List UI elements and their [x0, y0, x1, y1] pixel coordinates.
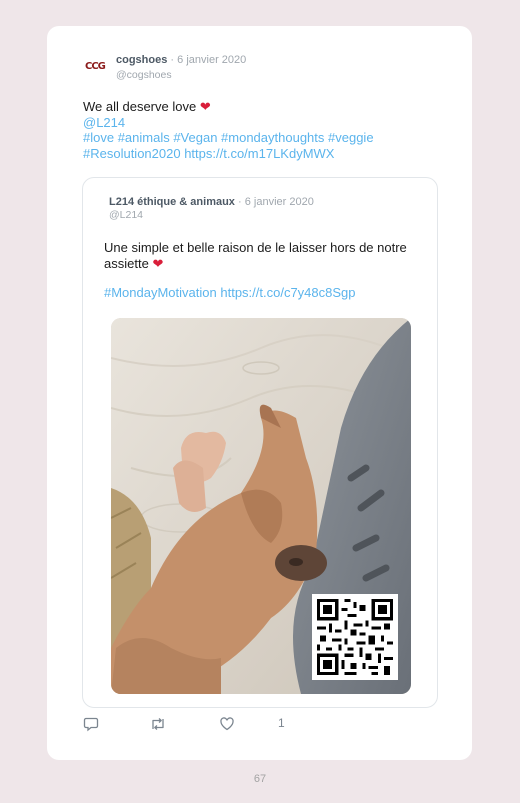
- quoted-author-name[interactable]: L214 éthique & animaux: [109, 196, 235, 208]
- hashtag-link[interactable]: #Resolution2020: [83, 146, 181, 161]
- qr-code: [312, 594, 398, 680]
- quoted-tweet[interactable]: L214 éthique & animaux · 6 janvier 2020 …: [82, 177, 438, 708]
- tweet-url-link[interactable]: https://t.co/m17LKdyMWX: [184, 146, 334, 161]
- calf-video-thumbnail[interactable]: [111, 318, 411, 694]
- cogshoes-logo: CCG: [85, 61, 106, 72]
- page-number: 67: [253, 773, 267, 785]
- quoted-links: #MondayMotivation https://t.co/c7y48c8Sg…: [104, 285, 356, 300]
- retweet-icon[interactable]: [149, 716, 167, 732]
- reply-icon[interactable]: [83, 716, 99, 732]
- quoted-url-link[interactable]: https://t.co/c7y48c8Sgp: [220, 285, 355, 300]
- heart-emoji: ❤: [199, 99, 211, 114]
- quoted-hashtag[interactable]: #MondayMotivation: [104, 285, 217, 300]
- qr-code-pattern: [317, 599, 393, 675]
- author-handle[interactable]: @cogshoes: [116, 69, 172, 81]
- like-count: 1: [278, 716, 285, 730]
- tweet-text: We all deserve love ❤ @L214 #love #anima…: [83, 99, 423, 161]
- like-icon[interactable]: [219, 716, 235, 732]
- mention-link[interactable]: @L214: [83, 115, 423, 131]
- quoted-handle[interactable]: @L214: [109, 209, 143, 221]
- hashtags-line[interactable]: #love #animals #Vegan #mondaythoughts #v…: [83, 130, 423, 146]
- tweet-actions: 1: [83, 716, 285, 732]
- tweet-text-line: We all deserve love: [83, 99, 197, 114]
- quoted-author: L214 éthique & animaux · 6 janvier 2020: [109, 196, 314, 208]
- heart-emoji: ❤: [152, 255, 164, 271]
- author-name[interactable]: cogshoes: [116, 54, 167, 66]
- quoted-date[interactable]: 6 janvier 2020: [245, 196, 314, 208]
- quoted-text: Une simple et belle raison de le laisser…: [104, 240, 424, 271]
- tweet-author: cogshoes · 6 janvier 2020: [116, 54, 246, 66]
- tweet-date[interactable]: 6 janvier 2020: [177, 54, 246, 66]
- quoted-text-body: Une simple et belle raison de le laisser…: [104, 240, 407, 271]
- date-separator: ·: [238, 196, 245, 208]
- tweet-card: CCG cogshoes · 6 janvier 2020 @cogshoes …: [47, 26, 472, 760]
